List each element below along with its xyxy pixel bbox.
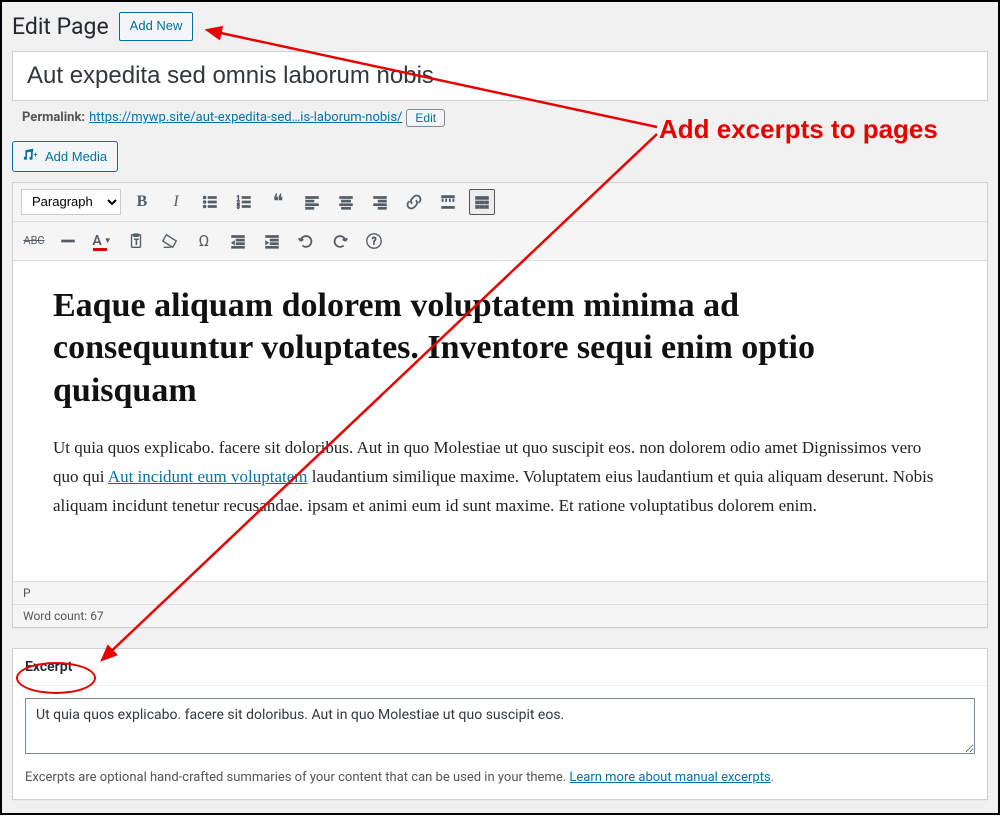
- bullet-list-icon[interactable]: [197, 189, 223, 215]
- editor-status-bar: P Word count: 67: [13, 581, 987, 627]
- help-icon[interactable]: ?: [361, 228, 387, 254]
- content-area[interactable]: Eaque aliquam dolorem voluptatem minima …: [13, 261, 987, 581]
- clear-formatting-icon[interactable]: [157, 228, 183, 254]
- add-new-button[interactable]: Add New: [119, 12, 194, 41]
- excerpt-help-link[interactable]: Learn more about manual excerpts: [569, 770, 770, 785]
- title-panel: [12, 51, 988, 101]
- word-count-label: Word count:: [23, 609, 90, 623]
- indent-icon[interactable]: [259, 228, 285, 254]
- permalink-edit-button[interactable]: Edit: [406, 109, 445, 127]
- link-icon[interactable]: [401, 189, 427, 215]
- italic-icon[interactable]: I: [163, 189, 189, 215]
- post-title-input[interactable]: [13, 52, 987, 100]
- bold-icon[interactable]: B: [129, 189, 155, 215]
- align-left-icon[interactable]: [299, 189, 325, 215]
- align-right-icon[interactable]: [367, 189, 393, 215]
- redo-icon[interactable]: [327, 228, 353, 254]
- strikethrough-icon[interactable]: ABC: [21, 228, 47, 254]
- word-count: Word count: 67: [13, 605, 987, 627]
- outdent-icon[interactable]: [225, 228, 251, 254]
- horizontal-rule-icon[interactable]: [55, 228, 81, 254]
- excerpt-textarea[interactable]: [25, 698, 975, 754]
- add-media-label: Add Media: [45, 149, 107, 164]
- toolbar-row-1: Paragraph B I 123 ❝: [13, 183, 987, 222]
- permalink-link[interactable]: https://mywp.site/aut-expedita-sed…is-la…: [89, 110, 402, 125]
- word-count-value: 67: [90, 609, 104, 623]
- svg-text:3: 3: [237, 204, 240, 210]
- element-path: P: [13, 582, 987, 605]
- toolbar-toggle-icon[interactable]: [469, 189, 495, 215]
- toolbar-row-2: ABC A▼ T Ω ?: [13, 222, 987, 261]
- special-character-icon[interactable]: Ω: [191, 228, 217, 254]
- content-link[interactable]: Aut incidunt eum voluptatem: [108, 467, 308, 486]
- annotation-label: Add excerpts to pages: [659, 114, 938, 145]
- read-more-icon[interactable]: [435, 189, 461, 215]
- permalink-label: Permalink:: [22, 110, 85, 125]
- content-paragraph: Ut quia quos explicabo. facere sit dolor…: [53, 434, 947, 521]
- content-heading: Eaque aliquam dolorem voluptatem minima …: [53, 285, 947, 413]
- paste-text-icon[interactable]: T: [123, 228, 149, 254]
- align-center-icon[interactable]: [333, 189, 359, 215]
- blockquote-icon[interactable]: ❝: [265, 189, 291, 215]
- undo-icon[interactable]: [293, 228, 319, 254]
- format-select[interactable]: Paragraph: [21, 189, 121, 215]
- page-title: Edit Page: [12, 13, 109, 40]
- page-header: Edit Page Add New: [12, 8, 988, 51]
- svg-text:?: ?: [372, 236, 377, 247]
- add-media-button[interactable]: Add Media: [12, 141, 118, 172]
- excerpt-help: Excerpts are optional hand-crafted summa…: [13, 770, 987, 799]
- excerpt-help-post: .: [771, 770, 774, 785]
- excerpt-heading[interactable]: Excerpt: [13, 649, 987, 686]
- excerpt-panel: Excerpt Excerpts are optional hand-craft…: [12, 648, 988, 800]
- text-color-icon[interactable]: A▼: [89, 228, 115, 254]
- numbered-list-icon[interactable]: 123: [231, 189, 257, 215]
- camera-music-icon: [23, 147, 39, 166]
- excerpt-help-text: Excerpts are optional hand-crafted summa…: [25, 770, 569, 785]
- svg-text:T: T: [134, 237, 139, 246]
- editor-panel: Paragraph B I 123 ❝ ABC A▼ T Ω: [12, 182, 988, 628]
